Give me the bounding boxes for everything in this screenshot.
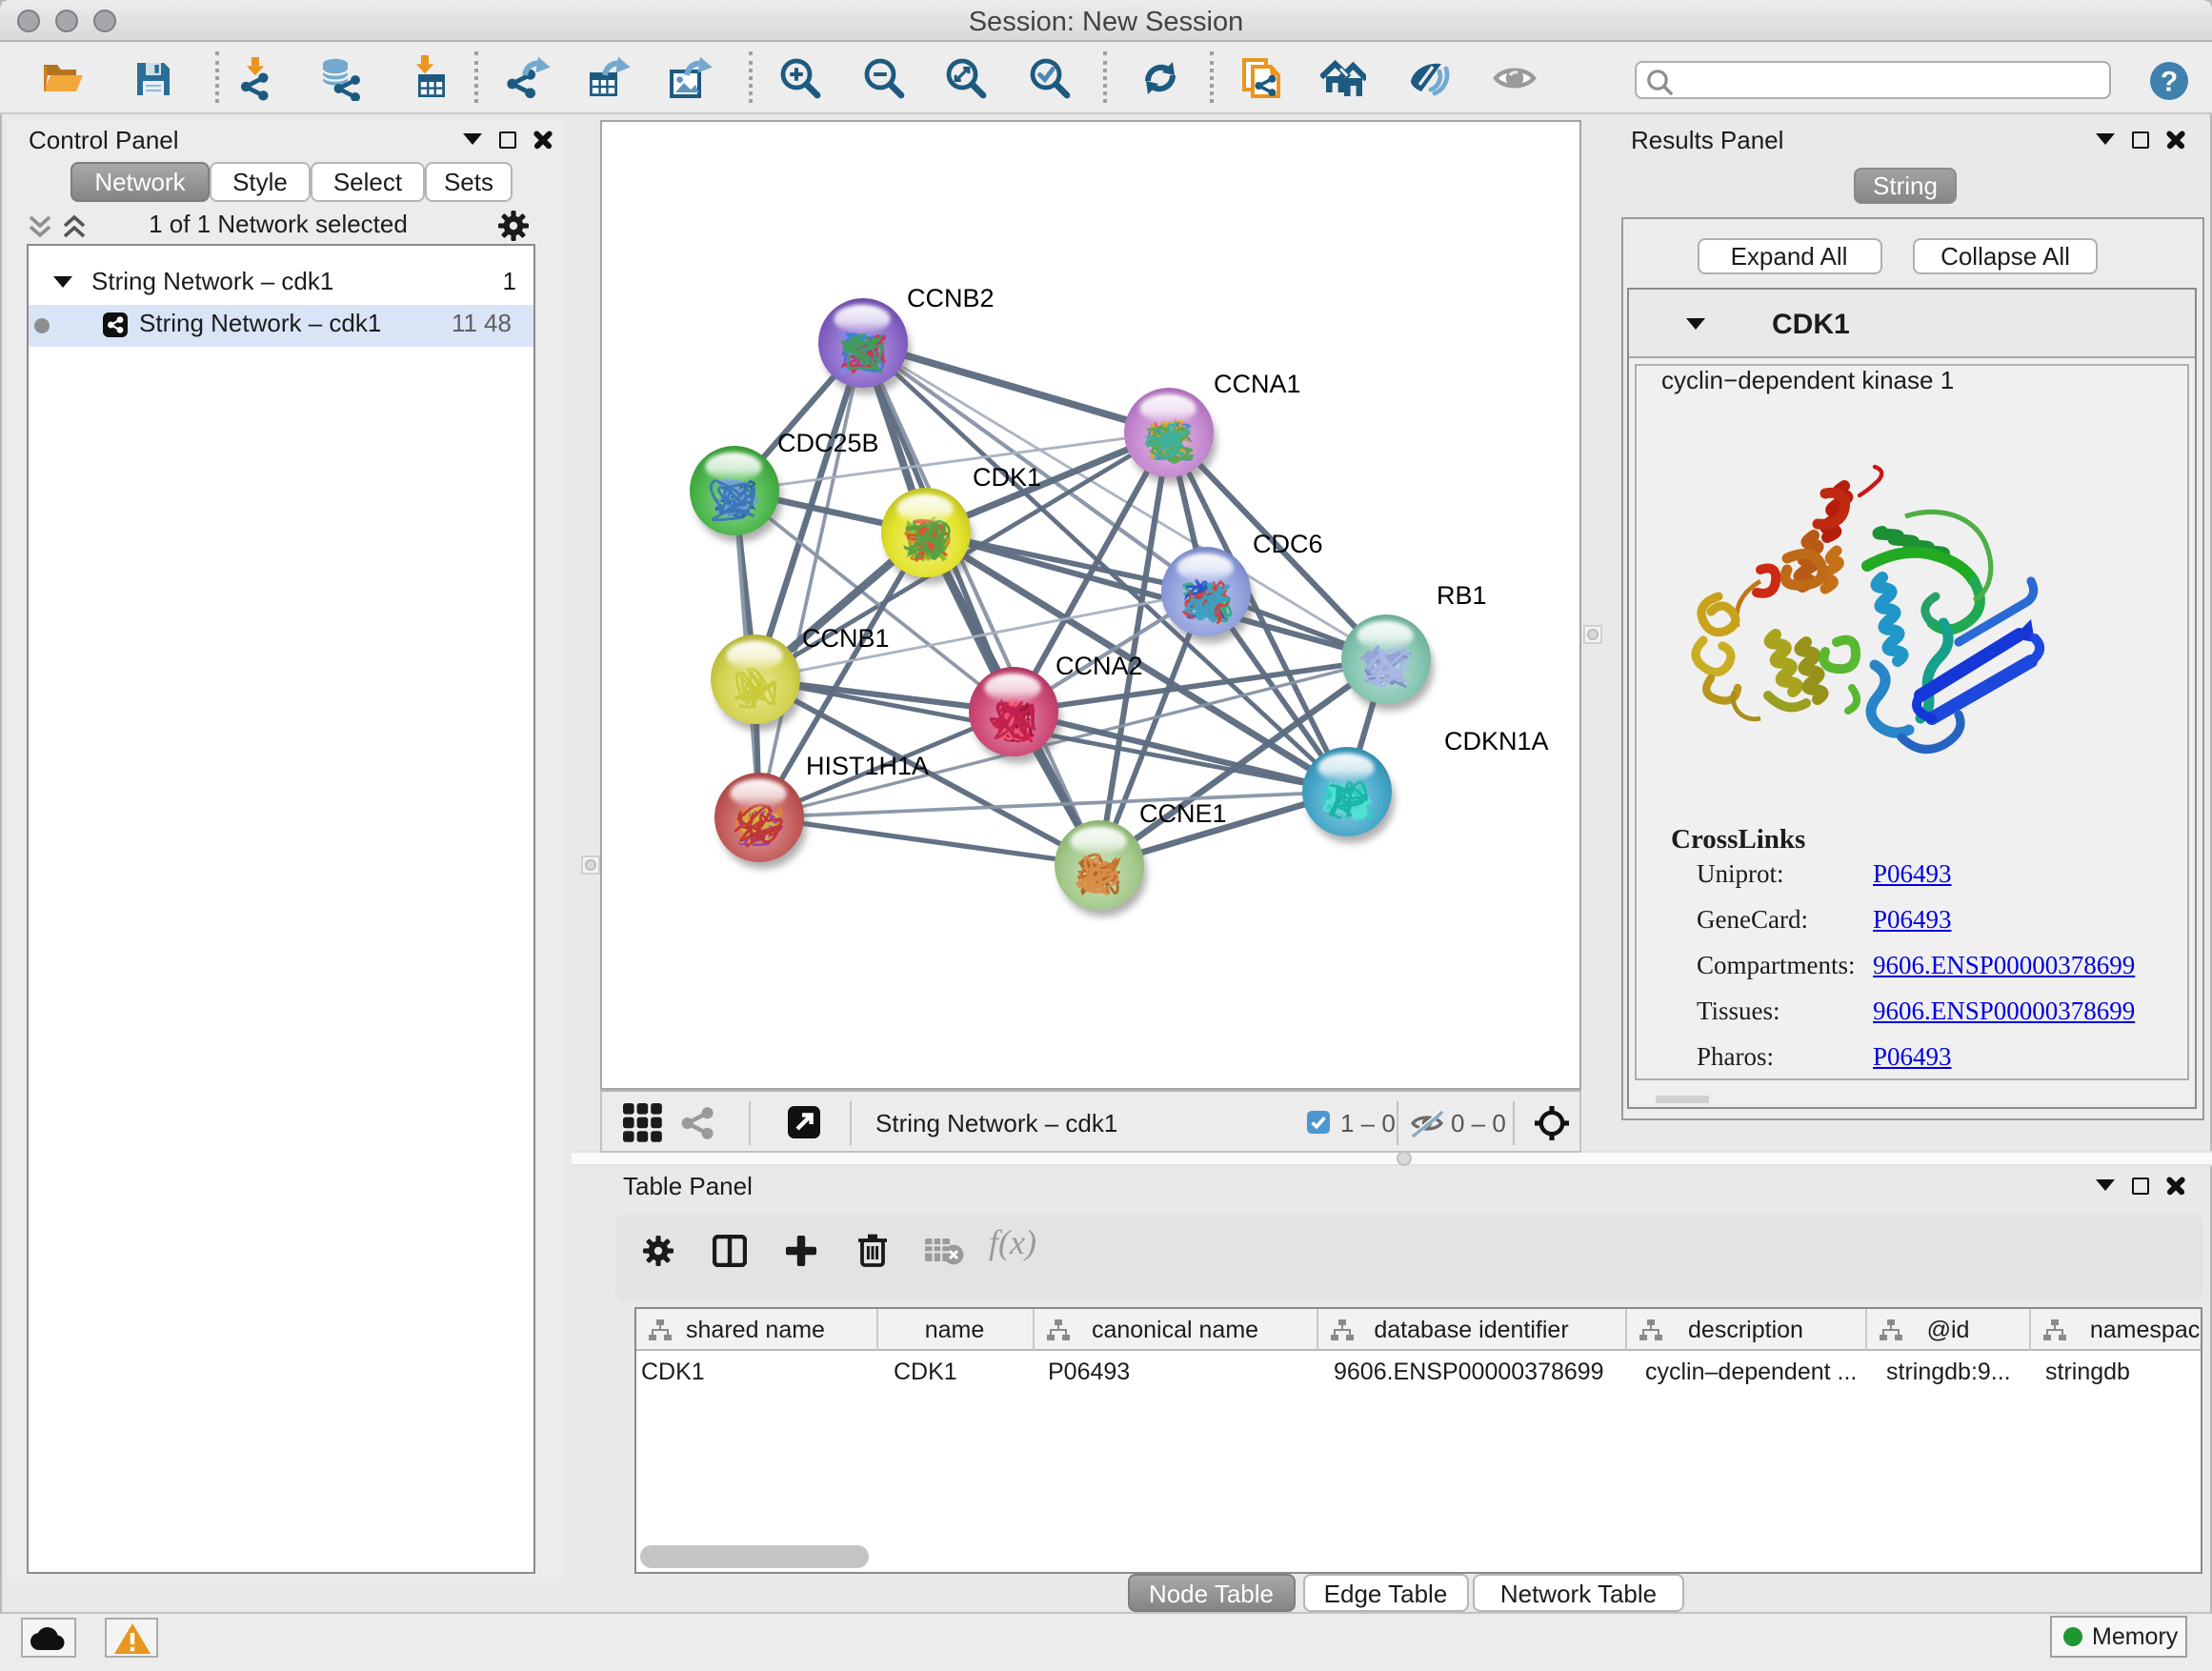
svg-text:CDKN1A: CDKN1A [1443,726,1548,755]
svg-text:?: ? [2161,67,2178,98]
svg-text:CDK1: CDK1 [972,462,1040,491]
svg-text:CCNB2: CCNB2 [906,283,994,312]
svg-text:CCNE1: CCNE1 [1138,798,1226,827]
svg-text:HIST1H1A: HIST1H1A [805,751,928,779]
svg-text:CCNB1: CCNB1 [801,623,889,652]
svg-text:CCNA2: CCNA2 [1055,651,1142,679]
svg-text:CDC6: CDC6 [1252,529,1322,557]
svg-text:CDC25B: CDC25B [776,428,878,456]
svg-text:CCNA1: CCNA1 [1213,369,1300,397]
svg-text:RB1: RB1 [1436,580,1486,609]
